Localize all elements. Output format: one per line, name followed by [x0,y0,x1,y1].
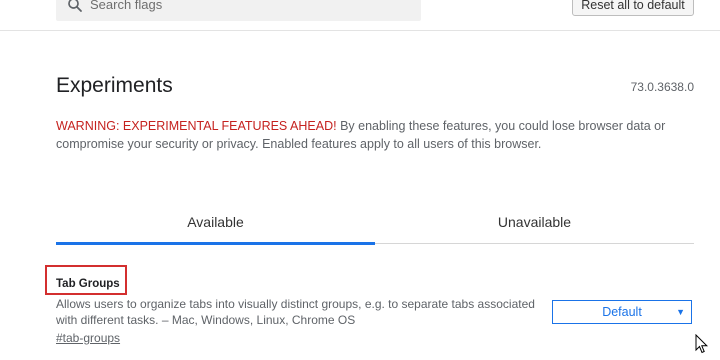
flags-page: Reset all to default Experiments 73.0.36… [0,0,720,360]
experiment-title: Tab Groups [56,278,120,290]
mouse-pointer-icon [695,334,709,354]
version-label: 73.0.3638.0 [630,80,694,94]
tab-available[interactable]: Available [56,200,375,244]
select-value: Default [602,305,642,319]
search-box[interactable] [56,0,421,21]
chevron-down-icon: ▼ [676,307,685,317]
experiment-permalink[interactable]: #tab-groups [56,331,120,345]
selected-tab-indicator [56,242,375,245]
tab-unavailable[interactable]: Unavailable [375,200,694,244]
experiment-state-select[interactable]: Default ▼ [552,300,692,324]
toolbar: Reset all to default [0,0,720,31]
search-input[interactable] [90,0,410,21]
warning-text: WARNING: EXPERIMENTAL FEATURES AHEAD! By… [56,117,676,153]
experiment-description: Allows users to organize tabs into visua… [56,297,535,327]
page-title: Experiments [56,74,173,97]
search-icon [68,0,82,12]
warning-heading: WARNING: EXPERIMENTAL FEATURES AHEAD! [56,119,337,133]
reset-all-button[interactable]: Reset all to default [572,0,694,16]
